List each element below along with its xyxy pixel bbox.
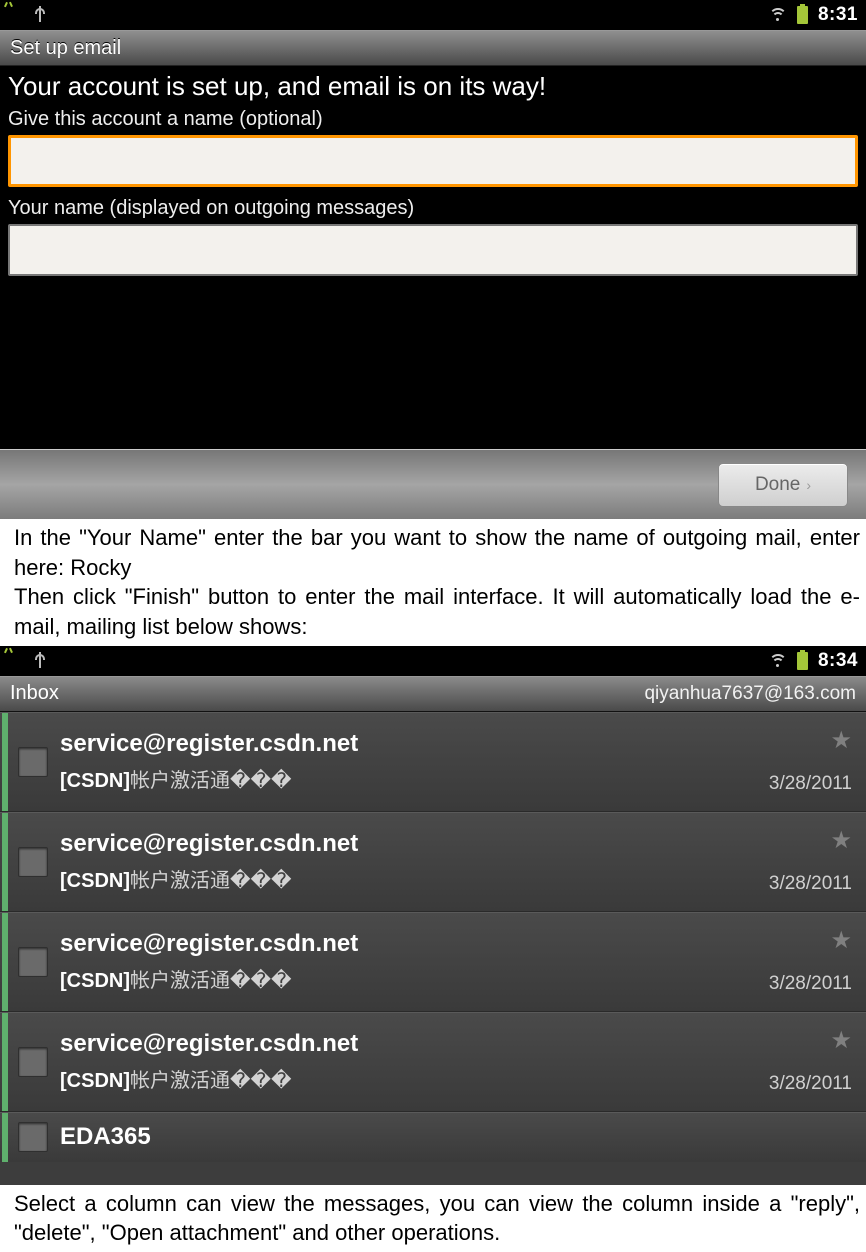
mail-row[interactable]: service@register.csdn.net [CSDN]帐户激活通���… — [0, 712, 866, 812]
mail-checkbox[interactable] — [18, 747, 48, 777]
mail-checkbox[interactable] — [18, 947, 48, 977]
status-bar: 8:34 — [0, 646, 866, 676]
folder-name: Inbox — [10, 682, 59, 705]
battery-icon — [797, 6, 808, 24]
unread-indicator — [2, 913, 8, 1011]
mail-subject: [CSDN]帐户激活通��� — [60, 964, 722, 993]
mail-checkbox[interactable] — [18, 1047, 48, 1077]
mail-checkbox[interactable] — [18, 847, 48, 877]
account-name-field[interactable] — [8, 135, 858, 187]
mail-list[interactable]: service@register.csdn.net [CSDN]帐户激活通���… — [0, 712, 866, 1185]
mail-subject: [CSDN]帐户激活通��� — [60, 1064, 722, 1093]
screenshot-setup-email: 8:31 Set up email Your account is set up… — [0, 0, 866, 519]
android-icon — [8, 6, 24, 24]
wifi-icon — [769, 654, 787, 668]
mail-sender: service@register.csdn.net — [60, 730, 722, 758]
instruction-text-2: Select a column can view the messages, y… — [0, 1185, 866, 1252]
account-name-label: Give this account a name (optional) — [8, 108, 858, 131]
mail-row[interactable]: service@register.csdn.net [CSDN]帐户激活通���… — [0, 912, 866, 1012]
status-bar: 8:31 — [0, 0, 866, 30]
done-button-label: Done — [755, 474, 800, 496]
unread-indicator — [2, 1013, 8, 1111]
mail-sender: service@register.csdn.net — [60, 830, 722, 858]
mail-sender: service@register.csdn.net — [60, 930, 722, 958]
unread-indicator — [2, 713, 8, 811]
your-name-field[interactable] — [8, 224, 858, 276]
mail-checkbox[interactable] — [18, 1122, 48, 1152]
chevron-right-icon: › — [806, 477, 811, 493]
status-time: 8:31 — [818, 4, 858, 26]
mail-date: 3/28/2011 — [769, 873, 852, 895]
instruction-text-1: In the "Your Name" enter the bar you wan… — [0, 519, 866, 646]
unread-indicator — [2, 1113, 8, 1162]
unread-indicator — [2, 813, 8, 911]
battery-icon — [797, 652, 808, 670]
mail-date: 3/28/2011 — [769, 1073, 852, 1095]
mail-row[interactable]: EDA365 — [0, 1112, 866, 1162]
mail-sender: service@register.csdn.net — [60, 1030, 722, 1058]
mail-sender: EDA365 — [60, 1123, 852, 1151]
star-icon[interactable]: ★ — [830, 829, 852, 853]
window-title: Set up email — [0, 30, 866, 66]
wifi-icon — [769, 8, 787, 22]
mail-date: 3/28/2011 — [769, 973, 852, 995]
mail-row[interactable]: service@register.csdn.net [CSDN]帐户激活通���… — [0, 812, 866, 912]
instruction-line: In the "Your Name" enter the bar you wan… — [14, 523, 860, 582]
done-button[interactable]: Done › — [718, 463, 848, 507]
status-time: 8:34 — [818, 650, 858, 672]
inbox-header: Inbox qiyanhua7637@163.com — [0, 676, 866, 712]
usb-icon — [34, 6, 46, 24]
screenshot-inbox: 8:34 Inbox qiyanhua7637@163.com service@… — [0, 646, 866, 1185]
your-name-label: Your name (displayed on outgoing message… — [8, 197, 858, 220]
star-icon[interactable]: ★ — [830, 729, 852, 753]
account-email: qiyanhua7637@163.com — [644, 683, 856, 705]
android-icon — [8, 652, 24, 670]
mail-date: 3/28/2011 — [769, 773, 852, 795]
setup-content: Your account is set up, and email is on … — [0, 66, 866, 449]
mail-row[interactable]: service@register.csdn.net [CSDN]帐户激活通���… — [0, 1012, 866, 1112]
mail-subject: [CSDN]帐户激活通��� — [60, 764, 722, 793]
setup-success-text: Your account is set up, and email is on … — [8, 72, 858, 102]
star-icon[interactable]: ★ — [830, 1029, 852, 1053]
instruction-line: Then click "Finish" button to enter the … — [14, 582, 860, 641]
mail-subject: [CSDN]帐户激活通��� — [60, 864, 722, 893]
instruction-line: Select a column can view the messages, y… — [14, 1189, 860, 1248]
usb-icon — [34, 652, 46, 670]
bottom-bar: Done › — [0, 449, 866, 519]
star-icon[interactable]: ★ — [830, 929, 852, 953]
